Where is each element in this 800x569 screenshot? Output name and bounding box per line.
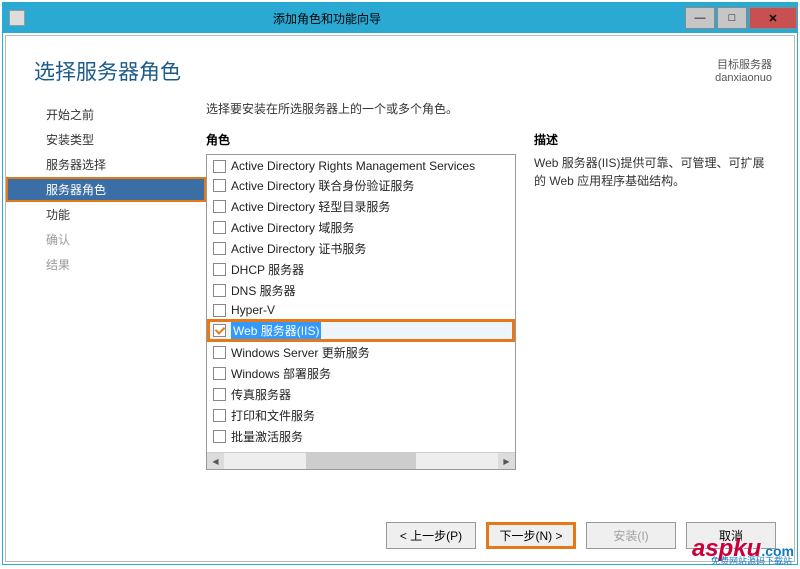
step-results: 结果 [6,252,206,277]
scroll-left-icon[interactable]: ◀ [207,453,224,469]
checkbox-icon[interactable] [213,242,226,255]
role-item[interactable]: 批量激活服务 [207,426,515,447]
role-label: 批量激活服务 [231,428,303,445]
window-controls: — □ ✕ [683,7,797,29]
window-title: 添加角色和功能向导 [0,10,683,27]
role-label: Web 服务器(IIS) [231,322,321,339]
roles-label: 角色 [206,131,516,148]
checkbox-icon[interactable] [213,388,226,401]
wizard-steps: 开始之前 安装类型 服务器选择 服务器角色 功能 确认 结果 [6,96,206,512]
step-features[interactable]: 功能 [6,202,206,227]
wizard-inner: 选择服务器角色 目标服务器 danxiaonuo 开始之前 安装类型 服务器选择… [5,35,795,562]
role-item[interactable]: Windows Server 更新服务 [207,342,515,363]
role-label: Active Directory 证书服务 [231,240,366,257]
step-install-type[interactable]: 安装类型 [6,127,206,152]
role-item[interactable]: Active Directory 域服务 [207,217,515,238]
role-item[interactable]: DHCP 服务器 [207,259,515,280]
description-text: Web 服务器(IIS)提供可靠、可管理、可扩展的 Web 应用程序基础结构。 [534,154,776,190]
page-title: 选择服务器角色 [34,56,181,86]
role-label: Active Directory Rights Management Servi… [231,159,475,173]
columns: 角色 Active Directory Rights Management Se… [206,131,776,512]
checkbox-icon[interactable] [213,160,226,173]
checkbox-icon[interactable] [213,324,226,337]
wizard-window: 添加角色和功能向导 — □ ✕ 选择服务器角色 目标服务器 danxiaonuo… [2,2,798,565]
scroll-track[interactable] [224,453,498,469]
role-item[interactable]: 打印和文件服务 [207,405,515,426]
roles-column: 角色 Active Directory Rights Management Se… [206,131,516,512]
roles-list-inner[interactable]: Active Directory Rights Management Servi… [207,155,515,452]
role-item[interactable]: DNS 服务器 [207,280,515,301]
checkbox-icon[interactable] [213,430,226,443]
role-item[interactable]: Active Directory 联合身份验证服务 [207,175,515,196]
role-item[interactable]: Hyper-V [207,301,515,319]
target-server: danxiaonuo [715,72,772,84]
role-item[interactable]: 传真服务器 [207,384,515,405]
checkbox-icon[interactable] [213,263,226,276]
instruction-text: 选择要安装在所选服务器上的一个或多个角色。 [206,100,776,117]
role-item[interactable]: Windows 部署服务 [207,363,515,384]
body-row: 开始之前 安装类型 服务器选择 服务器角色 功能 确认 结果 选择要安装在所选服… [6,96,794,512]
description-label: 描述 [534,131,776,148]
role-label: 打印和文件服务 [231,407,315,424]
previous-button[interactable]: < 上一步(P) [386,522,476,549]
install-button: 安装(I) [586,522,676,549]
minimize-button[interactable]: — [685,7,715,29]
horizontal-scrollbar[interactable]: ◀ ▶ [207,452,515,469]
description-column: 描述 Web 服务器(IIS)提供可靠、可管理、可扩展的 Web 应用程序基础结… [534,131,776,512]
checkbox-icon[interactable] [213,221,226,234]
step-before-begin[interactable]: 开始之前 [6,102,206,127]
role-label: Active Directory 域服务 [231,219,354,236]
step-server-roles[interactable]: 服务器角色 [6,177,206,202]
main-panel: 选择要安装在所选服务器上的一个或多个角色。 角色 Active Director… [206,96,776,512]
titlebar: 添加角色和功能向导 — □ ✕ [3,3,797,33]
maximize-button[interactable]: □ [717,7,747,29]
checkbox-icon[interactable] [213,367,226,380]
checkbox-icon[interactable] [213,409,226,422]
role-label: 传真服务器 [231,386,291,403]
footer-buttons: < 上一步(P) 下一步(N) > 安装(I) 取消 [6,512,794,561]
window-body: 选择服务器角色 目标服务器 danxiaonuo 开始之前 安装类型 服务器选择… [3,33,797,564]
role-label: Windows Server 更新服务 [231,344,370,361]
target-server-info: 目标服务器 danxiaonuo [715,56,772,84]
header-row: 选择服务器角色 目标服务器 danxiaonuo [6,36,794,96]
checkbox-icon[interactable] [213,284,226,297]
step-confirm: 确认 [6,227,206,252]
step-server-selection[interactable]: 服务器选择 [6,152,206,177]
role-label: Active Directory 联合身份验证服务 [231,177,414,194]
role-item[interactable]: Active Directory 证书服务 [207,238,515,259]
role-item[interactable]: Active Directory Rights Management Servi… [207,157,515,175]
role-item[interactable]: Active Directory 轻型目录服务 [207,196,515,217]
role-label: DNS 服务器 [231,282,296,299]
close-button[interactable]: ✕ [749,7,797,29]
scroll-right-icon[interactable]: ▶ [498,453,515,469]
checkbox-icon[interactable] [213,346,226,359]
target-label: 目标服务器 [715,56,772,72]
role-label: Active Directory 轻型目录服务 [231,198,390,215]
role-label: Hyper-V [231,303,275,317]
cancel-button[interactable]: 取消 [686,522,776,549]
checkbox-icon[interactable] [213,304,226,317]
next-button[interactable]: 下一步(N) > [486,522,576,549]
role-label: Windows 部署服务 [231,365,331,382]
role-item[interactable]: Web 服务器(IIS) [207,319,515,342]
roles-listbox[interactable]: Active Directory Rights Management Servi… [206,154,516,470]
role-label: DHCP 服务器 [231,261,304,278]
scroll-thumb[interactable] [306,453,416,469]
checkbox-icon[interactable] [213,179,226,192]
checkbox-icon[interactable] [213,200,226,213]
